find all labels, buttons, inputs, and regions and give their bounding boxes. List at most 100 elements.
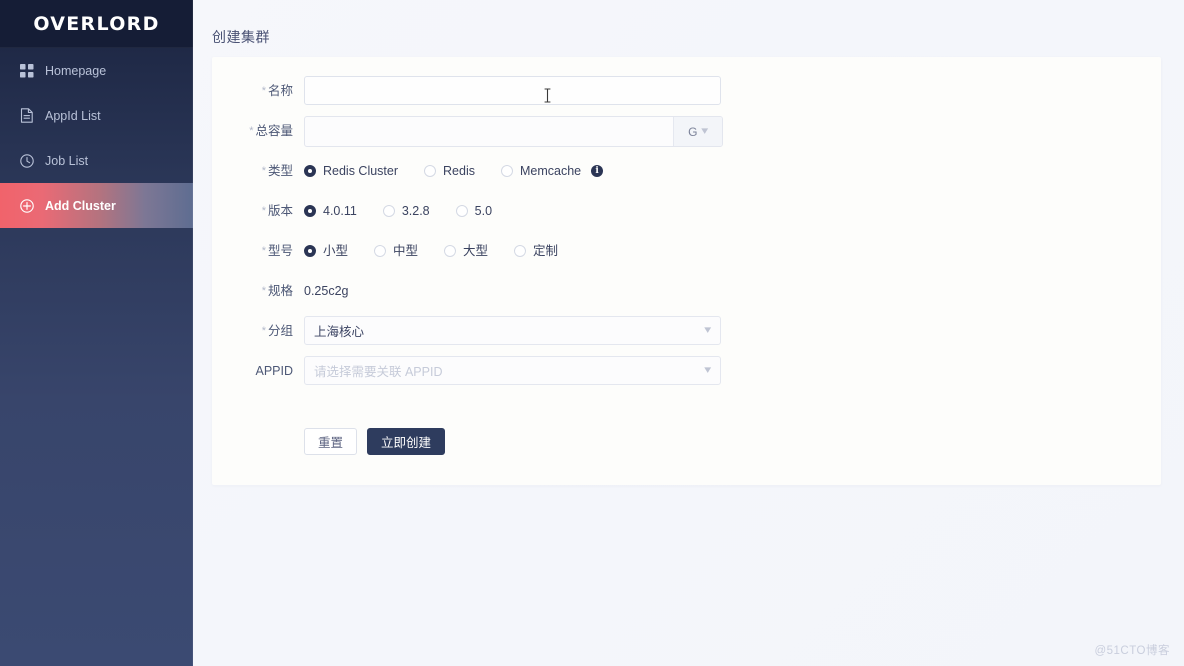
required-marker: * <box>249 125 253 137</box>
type-radio-group: Redis Cluster Redis Memcache i <box>304 156 1161 186</box>
form-row-type: *类型 Redis Cluster Redis <box>212 156 1161 196</box>
clock-icon <box>19 153 35 169</box>
chevron-down-icon: ▾ <box>705 325 712 336</box>
label-appid: APPID <box>212 356 304 386</box>
version-radio-4-0-11[interactable]: 4.0.11 <box>304 205 357 218</box>
model-radio-medium[interactable]: 中型 <box>374 245 418 258</box>
radio-dot <box>304 165 316 177</box>
app-root: OVERLORD Homepage <box>0 0 1184 666</box>
model-radio-custom[interactable]: 定制 <box>514 245 558 258</box>
control-appid: 请选择需要关联 APPID ▾ <box>304 356 1161 385</box>
radio-label: 4.0.11 <box>323 205 357 218</box>
radio-label: 5.0 <box>475 205 492 218</box>
page-title: 创建集群 <box>193 0 1184 47</box>
version-radio-group: 4.0.11 3.2.8 5.0 <box>304 196 1161 226</box>
sidebar-item-label: Homepage <box>45 64 106 78</box>
radio-label: Redis <box>443 165 475 178</box>
watermark: @51CTO博客 <box>1094 642 1170 658</box>
type-radio-memcache[interactable]: Memcache <box>501 165 581 178</box>
type-radio-redis[interactable]: Redis <box>424 165 475 178</box>
capacity-unit-value: G <box>688 125 697 139</box>
radio-label: 大型 <box>463 245 488 258</box>
control-group: 上海核心 ▾ <box>304 316 1161 345</box>
form-row-version: *版本 4.0.11 3.2.8 <box>212 196 1161 236</box>
capacity-input-group: G ▾ <box>304 116 723 147</box>
plus-circle-icon <box>19 198 35 214</box>
form-row-model: *型号 小型 中型 <box>212 236 1161 276</box>
radio-dot <box>444 245 456 257</box>
create-cluster-card: *名称 *总容量 G <box>212 57 1161 485</box>
chevron-down-icon: ▾ <box>705 365 712 376</box>
required-marker: * <box>262 85 266 97</box>
spec-value: 0.25c2g <box>304 276 1161 306</box>
radio-dot <box>383 205 395 217</box>
control-model: 小型 中型 大型 定制 <box>304 236 1161 266</box>
chevron-down-icon: ▾ <box>702 126 709 137</box>
sidebar-item-add-cluster[interactable]: Add Cluster <box>0 183 193 228</box>
control-capacity: G ▾ <box>304 116 1161 147</box>
radio-dot <box>501 165 513 177</box>
sidebar-item-label: Add Cluster <box>45 199 116 213</box>
label-type: *类型 <box>212 156 304 187</box>
logo-text: OVERLORD <box>33 13 159 35</box>
version-radio-3-2-8[interactable]: 3.2.8 <box>383 205 430 218</box>
reset-button[interactable]: 重置 <box>304 428 357 455</box>
appid-select-value: 请选择需要关联 APPID <box>314 361 705 380</box>
label-version: *版本 <box>212 196 304 227</box>
form-row-group: *分组 上海核心 ▾ <box>212 316 1161 356</box>
sidebar-item-appid-list[interactable]: AppId List <box>0 93 193 138</box>
required-marker: * <box>262 285 266 297</box>
radio-label: Redis Cluster <box>323 165 398 178</box>
control-spec: 0.25c2g <box>304 276 1161 306</box>
sidebar: OVERLORD Homepage <box>0 0 193 666</box>
submit-button[interactable]: 立即创建 <box>367 428 445 455</box>
model-radio-large[interactable]: 大型 <box>444 245 488 258</box>
required-marker: * <box>262 205 266 217</box>
sidebar-item-label: AppId List <box>45 109 101 123</box>
app-logo: OVERLORD <box>0 0 193 48</box>
radio-label: Memcache <box>520 165 581 178</box>
radio-label: 中型 <box>393 245 418 258</box>
model-radio-group: 小型 中型 大型 定制 <box>304 236 1161 266</box>
version-radio-5-0[interactable]: 5.0 <box>456 205 492 218</box>
sidebar-nav: Homepage AppId List <box>0 48 193 228</box>
radio-label: 3.2.8 <box>402 205 430 218</box>
required-marker: * <box>262 245 266 257</box>
required-marker: * <box>262 325 266 337</box>
label-group: *分组 <box>212 316 304 347</box>
form-row-spec: *规格 0.25c2g <box>212 276 1161 316</box>
sidebar-item-job-list[interactable]: Job List <box>0 138 193 183</box>
required-marker: * <box>262 165 266 177</box>
create-cluster-form: *名称 *总容量 G <box>212 57 1161 455</box>
radio-dot <box>514 245 526 257</box>
name-input[interactable] <box>304 76 721 105</box>
radio-dot <box>424 165 436 177</box>
form-actions: 重置 立即创建 <box>212 428 1161 455</box>
group-select[interactable]: 上海核心 ▾ <box>304 316 721 345</box>
main-content: 创建集群 *名称 *总容量 <box>193 0 1184 666</box>
control-type: Redis Cluster Redis Memcache i <box>304 156 1161 186</box>
radio-label: 小型 <box>323 245 348 258</box>
model-radio-small[interactable]: 小型 <box>304 245 348 258</box>
radio-dot <box>374 245 386 257</box>
form-row-capacity: *总容量 G ▾ <box>212 116 1161 156</box>
label-spec: *规格 <box>212 276 304 307</box>
label-model: *型号 <box>212 236 304 267</box>
document-icon <box>19 108 35 124</box>
sidebar-item-homepage[interactable]: Homepage <box>0 48 193 93</box>
capacity-input[interactable] <box>305 117 673 146</box>
label-name: *名称 <box>212 76 304 107</box>
group-select-value: 上海核心 <box>314 321 705 340</box>
type-radio-redis-cluster[interactable]: Redis Cluster <box>304 165 398 178</box>
radio-dot <box>456 205 468 217</box>
radio-label: 定制 <box>533 245 558 258</box>
appid-select[interactable]: 请选择需要关联 APPID ▾ <box>304 356 721 385</box>
info-icon[interactable]: i <box>591 165 603 177</box>
form-row-name: *名称 <box>212 76 1161 116</box>
capacity-unit-select[interactable]: G ▾ <box>673 117 722 146</box>
sidebar-item-label: Job List <box>45 154 88 168</box>
radio-dot <box>304 205 316 217</box>
radio-dot <box>304 245 316 257</box>
control-version: 4.0.11 3.2.8 5.0 <box>304 196 1161 226</box>
grid-icon <box>19 63 35 79</box>
